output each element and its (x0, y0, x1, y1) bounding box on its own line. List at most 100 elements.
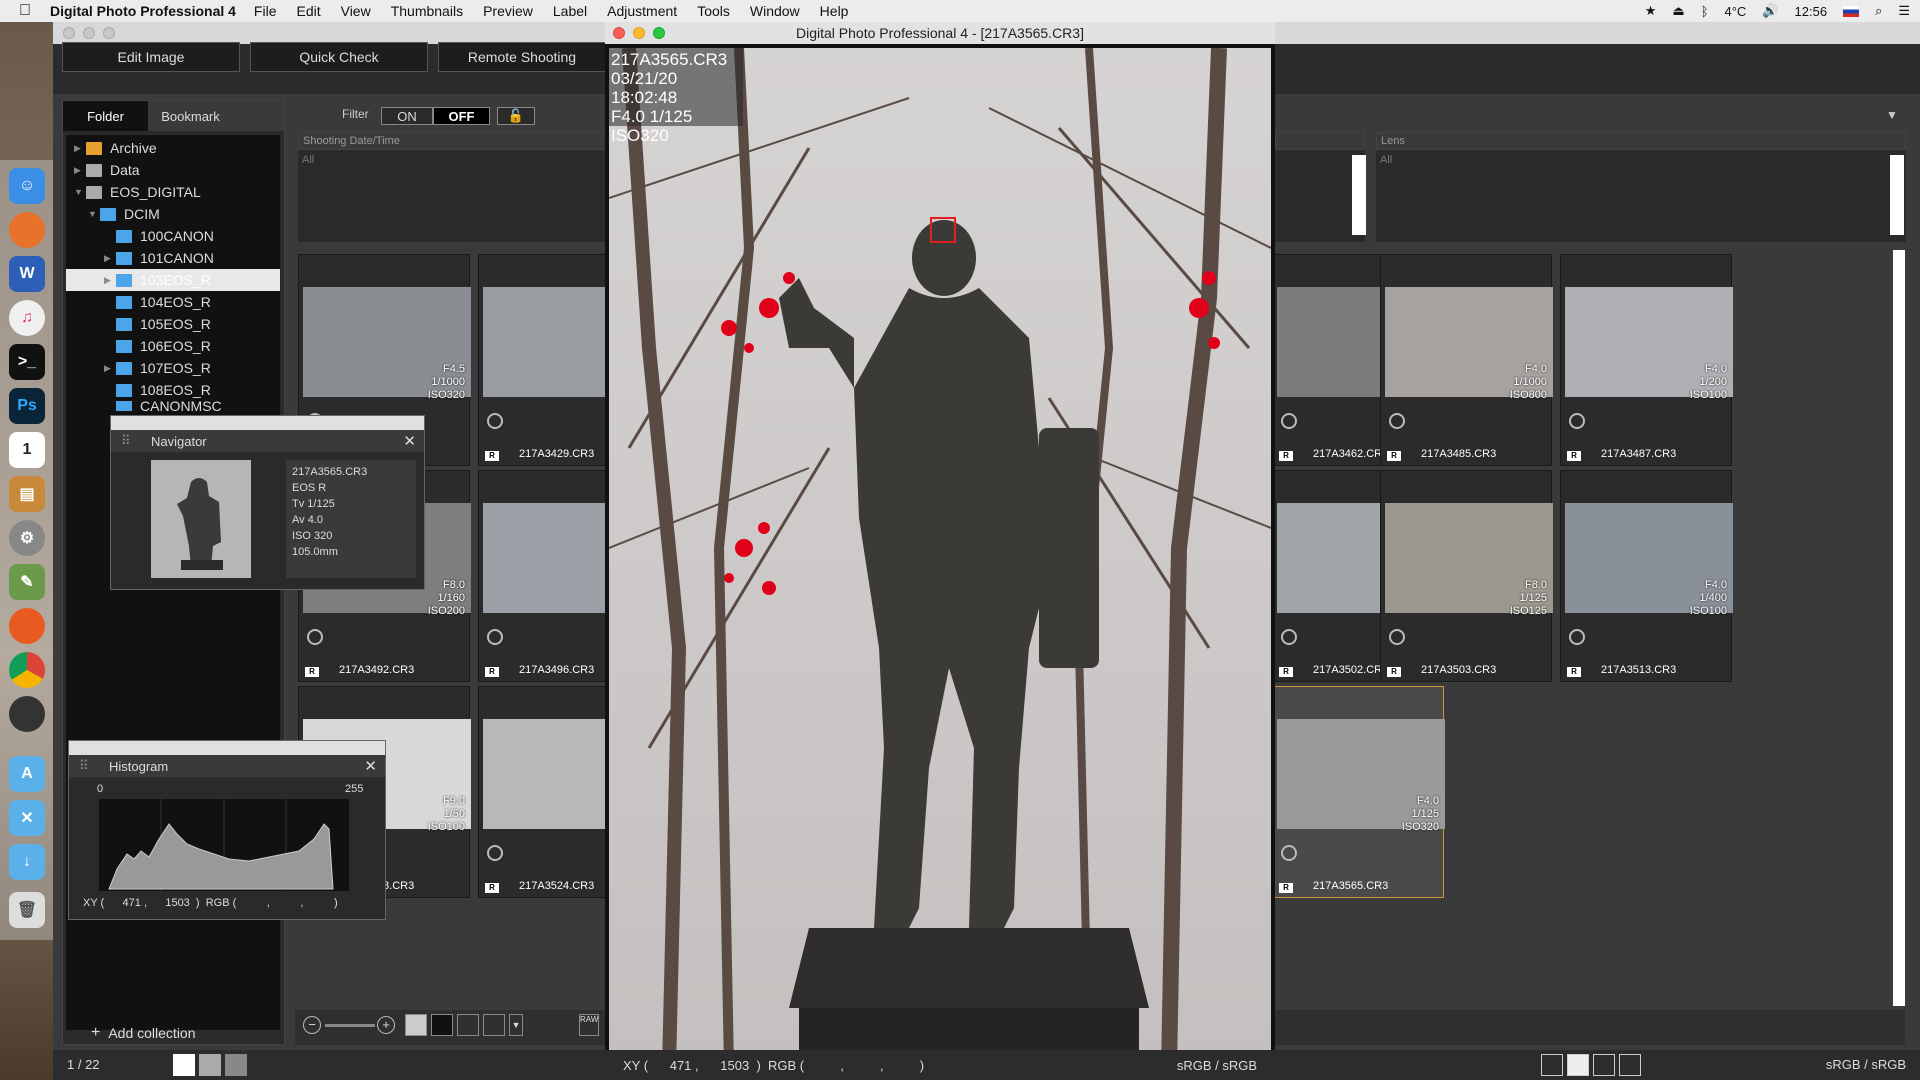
filter-date-header[interactable]: Shooting Date/Time (298, 132, 608, 150)
view-single-icon[interactable] (405, 1014, 427, 1036)
flag-icon[interactable] (1843, 5, 1860, 17)
tree-dcim[interactable]: ▼ DCIM (88, 203, 160, 225)
tree-106eos-r[interactable]: 106EOS_R (104, 335, 211, 357)
camera-icon[interactable] (1619, 1054, 1641, 1076)
weather-temp[interactable]: 4°C (1725, 4, 1747, 19)
finder-icon[interactable]: ☺ (9, 168, 45, 204)
rotate-icon[interactable] (1281, 629, 1297, 645)
collapse-icon[interactable]: ▼ (1886, 108, 1898, 122)
expand-icon[interactable]: ▶ (104, 363, 116, 374)
view-large-icon[interactable] (431, 1014, 453, 1036)
lens-scrollbar[interactable] (1890, 155, 1904, 235)
view-grid-icon[interactable] (457, 1014, 479, 1036)
minimize-icon[interactable] (633, 27, 645, 39)
zoom-icon[interactable] (103, 27, 115, 39)
grid-scrollbar[interactable] (1893, 250, 1905, 1006)
filter-dropdown[interactable] (1275, 132, 1365, 150)
clock[interactable]: 12:56 (1795, 4, 1828, 19)
expand-icon[interactable]: ▶ (74, 143, 86, 154)
firefox-icon[interactable] (9, 212, 45, 248)
close-icon[interactable] (613, 27, 625, 39)
view-list-icon[interactable] (483, 1014, 505, 1036)
preview-view-icon[interactable] (199, 1054, 221, 1076)
list-icon[interactable]: ☰ (1898, 3, 1910, 19)
tree-107eos-r[interactable]: ▶ 107EOS_R (104, 357, 211, 379)
apple-icon[interactable]:  (0, 2, 50, 20)
app-icon[interactable] (9, 608, 45, 644)
expand-icon[interactable]: ▶ (104, 253, 116, 264)
rotate-icon[interactable] (1281, 413, 1297, 429)
remote-shooting-button[interactable]: Remote Shooting (438, 42, 606, 72)
menu-adjustment[interactable]: Adjustment (607, 3, 677, 19)
menu-edit[interactable]: Edit (296, 3, 320, 19)
dpp-icon[interactable] (9, 696, 45, 732)
filter-lens-all[interactable]: All (1376, 150, 1906, 170)
collapse-arrow-icon[interactable]: ▼ (74, 187, 86, 197)
tools-folder-icon[interactable]: ✕ (9, 800, 45, 836)
rotate-icon[interactable] (1281, 845, 1297, 861)
star-icon[interactable]: ★ (1645, 3, 1657, 19)
zoom-slider[interactable] (325, 1024, 375, 1027)
app-menu[interactable]: Digital Photo Professional 4 (50, 3, 236, 19)
compare-view-icon[interactable] (225, 1054, 247, 1076)
downloads-folder-icon[interactable]: ↓ (9, 844, 45, 880)
navigator-thumbnail[interactable] (151, 460, 251, 578)
book-icon[interactable]: ▤ (9, 476, 45, 512)
thumbnail-cell[interactable]: F4.0 1/200 ISO100 R 217A3487.CR3 (1560, 254, 1733, 466)
compare-icon[interactable] (1541, 1054, 1563, 1076)
thumbnail-cell[interactable]: F4.0 1/125 ISO320 R 217A3565.CR3 (1272, 686, 1445, 898)
view-dropdown-icon[interactable]: ▼ (509, 1014, 523, 1036)
search-icon[interactable]: ⌕ (1875, 3, 1882, 19)
menu-preview[interactable]: Preview (483, 3, 533, 19)
close-icon[interactable]: ✕ (403, 432, 416, 450)
close-icon[interactable] (63, 27, 75, 39)
navigator-titlebar[interactable] (111, 416, 424, 430)
tab-folder[interactable]: Folder (63, 101, 148, 131)
zoom-in-icon[interactable]: + (377, 1016, 395, 1034)
tree-eos-digital[interactable]: ▼ EOS_DIGITAL (74, 181, 201, 203)
tree-canonmsc[interactable]: CANONMSC (104, 401, 222, 411)
edit-image-button[interactable]: Edit Image (62, 42, 240, 72)
rotate-icon[interactable] (1389, 413, 1405, 429)
image-info-icon[interactable] (1567, 1054, 1589, 1076)
eject-icon[interactable]: ⏏ (1672, 3, 1684, 19)
grip-icon[interactable]: ⠿ (79, 758, 89, 774)
quick-check-button[interactable]: Quick Check (250, 42, 428, 72)
fit-icon[interactable] (1593, 1054, 1615, 1076)
expand-icon[interactable]: ▶ (104, 275, 116, 286)
menu-view[interactable]: View (341, 3, 371, 19)
filter-lens-header[interactable]: Lens (1376, 132, 1906, 150)
collapse-arrow-icon[interactable]: ▼ (88, 209, 100, 219)
rotate-icon[interactable] (1569, 413, 1585, 429)
preview-icon[interactable]: ✎ (9, 564, 45, 600)
add-collection-button[interactable]: + Add collection (65, 1022, 283, 1044)
itunes-icon[interactable]: ♫ (9, 300, 45, 336)
calendar-icon[interactable]: 1 (9, 432, 45, 468)
photo-titlebar[interactable]: Digital Photo Professional 4 - [217A3565… (605, 22, 1275, 44)
menu-thumbnails[interactable]: Thumbnails (391, 3, 463, 19)
menu-file[interactable]: File (254, 3, 277, 19)
expand-icon[interactable]: ▶ (74, 165, 86, 176)
grid-view-icon[interactable] (173, 1054, 195, 1076)
photo-preview[interactable] (609, 48, 1271, 1068)
rotate-icon[interactable] (1389, 629, 1405, 645)
chrome-icon[interactable] (9, 652, 45, 688)
settings-icon[interactable]: ⚙ (9, 520, 45, 556)
zoom-icon[interactable] (653, 27, 665, 39)
tree-101canon[interactable]: ▶ 101CANON (104, 247, 214, 269)
rotate-icon[interactable] (487, 413, 503, 429)
tree-data[interactable]: ▶ Data (74, 159, 140, 181)
menu-window[interactable]: Window (750, 3, 800, 19)
close-icon[interactable]: ✕ (364, 757, 377, 775)
rotate-icon[interactable] (487, 629, 503, 645)
filter-on-button[interactable]: ON (381, 107, 433, 125)
terminal-icon[interactable]: >_ (9, 344, 45, 380)
rotate-icon[interactable] (1569, 629, 1585, 645)
bluetooth-icon[interactable]: ᛒ (1701, 4, 1709, 19)
tree-108eos-r[interactable]: 108EOS_R (104, 379, 211, 401)
rotate-icon[interactable] (307, 629, 323, 645)
thumbnail-cell[interactable]: F4.0 1/1000 ISO800 R 217A3485.CR3 (1380, 254, 1553, 466)
menu-help[interactable]: Help (820, 3, 849, 19)
grip-icon[interactable]: ⠿ (121, 433, 131, 449)
filter-off-button[interactable]: OFF (433, 107, 490, 125)
